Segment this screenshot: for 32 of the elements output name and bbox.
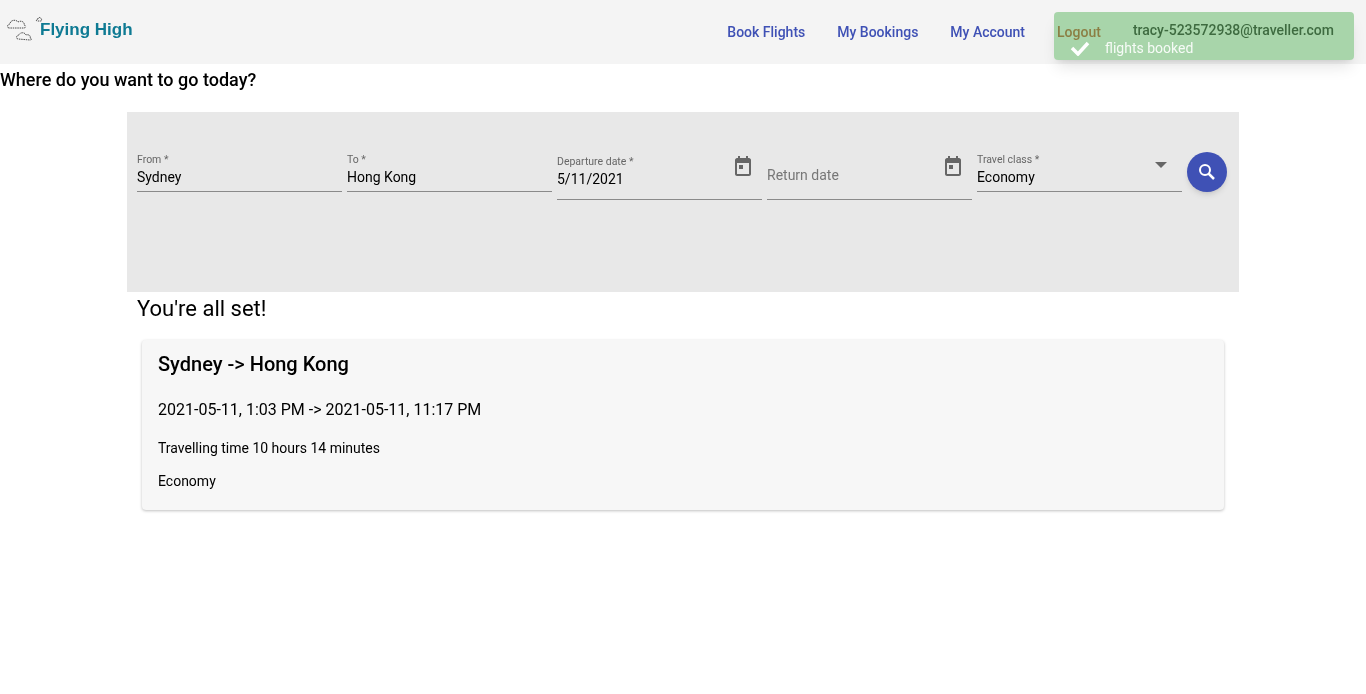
nav-link[interactable]: My Bookings <box>837 21 919 43</box>
field-label: Travel class * <box>977 153 1041 167</box>
input-field[interactable]: From * Sydney <box>137 152 342 192</box>
search-button[interactable] <box>1187 152 1227 192</box>
route-title: Sydney -> Hong Kong <box>158 352 350 376</box>
logo-text[interactable]: Flying High <box>40 16 133 42</box>
field-value: Economy <box>977 168 1036 187</box>
search-icon <box>1198 163 1216 181</box>
calendar-icon <box>944 156 962 176</box>
page-heading: Where do you want to go today? <box>0 69 258 91</box>
check-icon <box>1070 40 1090 56</box>
input-field[interactable]: To * Hong Kong <box>347 152 552 192</box>
field-value: 5/11/2021 <box>557 170 625 189</box>
toast-message: flights booked <box>1105 40 1194 56</box>
select-field[interactable]: Travel class * Economy <box>977 152 1182 192</box>
travel-duration: Travelling time 10 hours 14 minutes <box>158 439 381 458</box>
field-label: To * <box>347 153 367 167</box>
confirmation-title: You're all set! <box>137 296 268 322</box>
dropdown-caret-icon <box>1155 162 1167 168</box>
field-label: From * <box>137 153 170 167</box>
field-label: Departure date * <box>557 155 635 169</box>
flight-times: 2021-05-11, 1:03 PM -> 2021-05-11, 11:17 PM <box>158 399 483 421</box>
user-email: tracy-523572938@traveller.com <box>1132 22 1334 38</box>
date-field[interactable]: Departure date * 5/11/2021 <box>557 152 762 200</box>
field-value: Hong Kong <box>347 168 418 187</box>
field-placeholder: Return date <box>767 166 840 185</box>
field-value: Sydney <box>137 168 183 187</box>
nav-link[interactable]: My Account <box>950 21 1026 43</box>
travel-class: Economy <box>158 472 217 491</box>
calendar-icon <box>734 156 752 176</box>
nav-link[interactable]: Book Flights <box>727 21 806 43</box>
date-field[interactable]: Return date <box>767 152 972 200</box>
